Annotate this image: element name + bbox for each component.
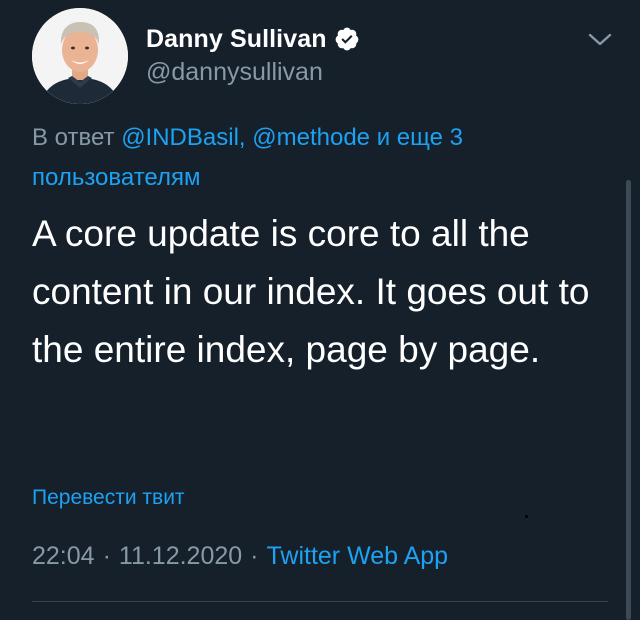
tweet-card: Danny Sullivan @dannysullivan В ответ @I… (0, 0, 640, 620)
meta-separator: · (102, 542, 111, 570)
tweet-meta: 22:04 · 11.12.2020 · Twitter Web App (32, 542, 448, 571)
more-users-count: и еще 3 (376, 124, 463, 151)
avatar[interactable] (32, 8, 128, 104)
display-name[interactable]: Danny Sullivan (146, 25, 327, 54)
tweet-text: A core update is core to all the content… (32, 213, 590, 370)
divider (32, 601, 608, 602)
profile-photo-icon (32, 8, 128, 104)
mention-link[interactable]: @methode (252, 124, 370, 151)
verified-badge-icon (334, 26, 360, 52)
chevron-down-icon[interactable] (586, 30, 614, 50)
tweet-date[interactable]: 11.12.2020 (119, 542, 242, 571)
more-users-label: пользователям (32, 164, 201, 191)
tweet-time[interactable]: 22:04 (32, 542, 95, 571)
author-name-row[interactable]: Danny Sullivan (146, 22, 360, 56)
translate-tweet-link[interactable]: Перевести твит (32, 486, 185, 510)
reply-prefix: В ответ (32, 124, 115, 151)
author-handle[interactable]: @dannysullivan (146, 58, 323, 87)
reply-context: В ответ @INDBasil, @methode и еще 3 польз… (32, 118, 572, 198)
stray-dot (525, 515, 528, 518)
mention-link[interactable]: @INDBasil, (121, 124, 245, 151)
tweet-source-link[interactable]: Twitter Web App (267, 542, 449, 571)
scrollbar[interactable] (626, 180, 631, 620)
meta-separator: · (250, 542, 259, 570)
